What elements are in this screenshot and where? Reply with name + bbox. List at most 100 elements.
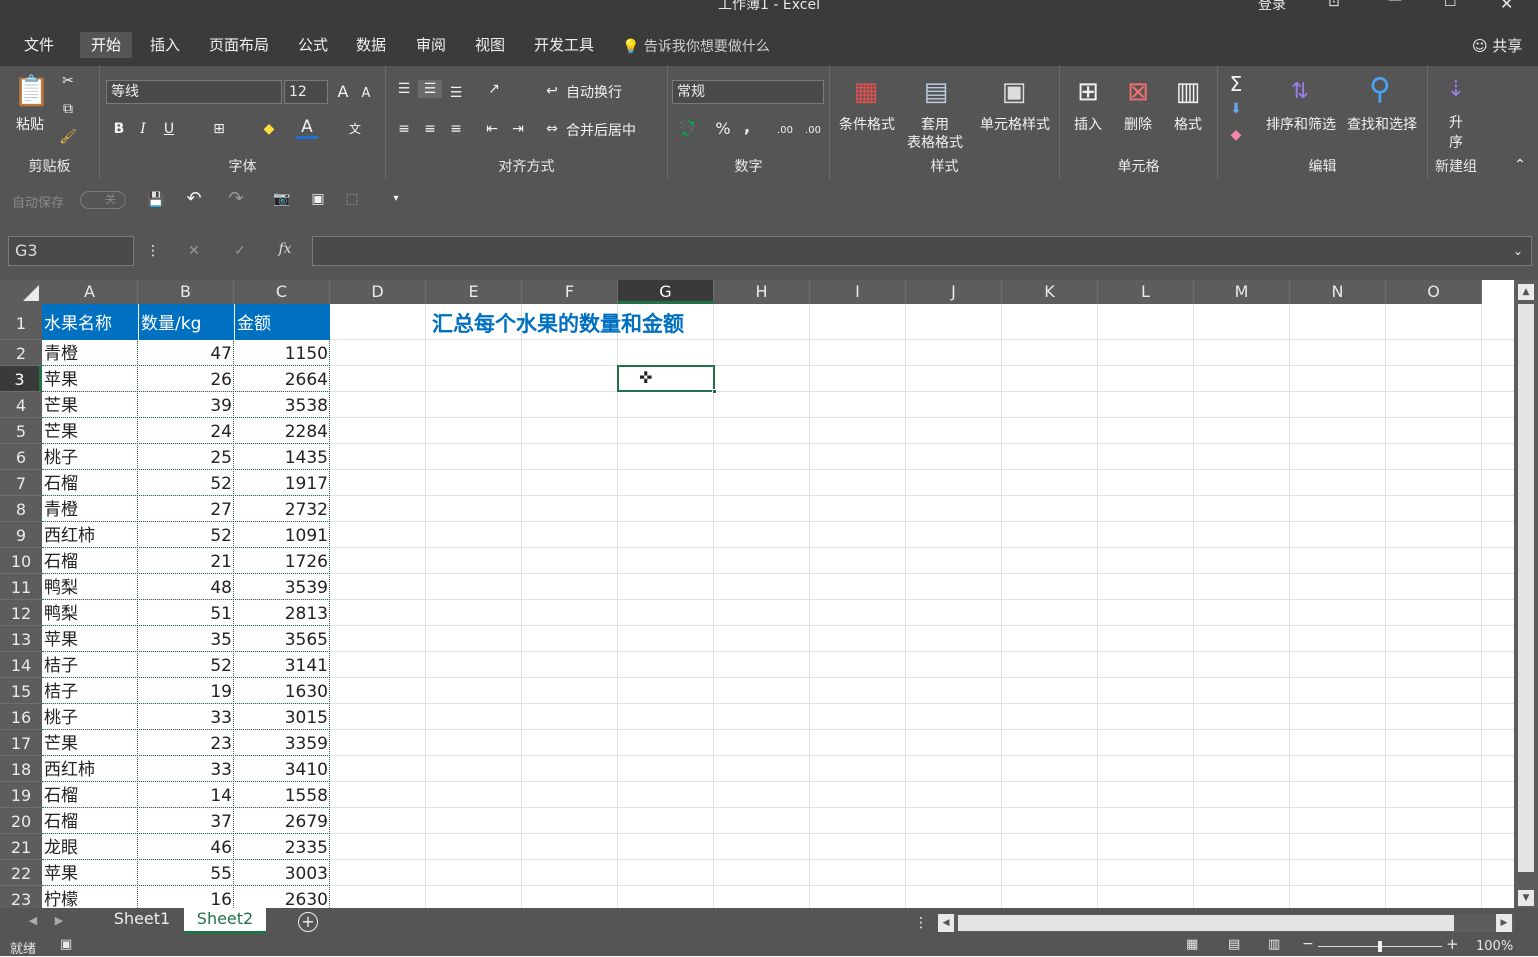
find-select-button[interactable]: 查找和选择 [1342, 114, 1422, 134]
amount-cell[interactable]: 1150 [234, 340, 330, 366]
amount-cell[interactable]: 1435 [234, 444, 330, 470]
qty-cell[interactable]: 51 [138, 600, 234, 626]
amount-cell[interactable]: 3141 [234, 652, 330, 678]
scroll-right-icon[interactable]: ▶ [1496, 914, 1512, 932]
qty-cell[interactable]: 21 [138, 548, 234, 574]
clear-icon[interactable]: ◆ [1226, 126, 1246, 144]
amount-cell[interactable]: 1726 [234, 548, 330, 574]
undo-icon[interactable]: ↶ [184, 190, 204, 208]
fruit-cell[interactable]: 石榴 [42, 470, 138, 496]
font-name-select[interactable]: 等线 [106, 80, 282, 104]
qty-cell[interactable]: 55 [138, 860, 234, 886]
align-right-icon[interactable]: ≡ [446, 120, 466, 138]
amount-cell[interactable]: 3539 [234, 574, 330, 600]
ribbon-display-icon[interactable]: ⊡ [1328, 0, 1340, 10]
column-header[interactable]: B [138, 280, 234, 304]
amount-cell[interactable]: 3565 [234, 626, 330, 652]
amount-cell[interactable]: 1630 [234, 678, 330, 704]
scroll-down-icon[interactable]: ▼ [1518, 890, 1534, 906]
horizontal-scroll-thumb[interactable] [958, 915, 1454, 931]
qty-cell[interactable]: 19 [138, 678, 234, 704]
fruit-cell[interactable]: 鸭梨 [42, 600, 138, 626]
format-as-table-line2[interactable]: 表格格式 [898, 132, 972, 152]
amount-cell[interactable]: 2732 [234, 496, 330, 522]
increase-decimal-icon[interactable]: .00 [774, 122, 796, 140]
fill-icon[interactable]: ⬇ [1226, 100, 1246, 118]
fruit-cell[interactable]: 桃子 [42, 704, 138, 730]
number-format-select[interactable]: 常规 [672, 80, 824, 104]
column-header[interactable]: I [810, 280, 906, 304]
fruit-cell[interactable]: 石榴 [42, 782, 138, 808]
row-header[interactable]: 19 [0, 782, 42, 808]
maximize-icon[interactable]: ☐ [1444, 0, 1457, 10]
fruit-cell[interactable]: 芒果 [42, 418, 138, 444]
camera-icon[interactable]: 📷 [272, 190, 292, 208]
tab-file[interactable]: 文件 [14, 32, 64, 58]
amount-cell[interactable]: 2284 [234, 418, 330, 444]
column-header[interactable]: C [234, 280, 330, 304]
column-header[interactable]: E [426, 280, 522, 304]
cell-styles-icon[interactable]: ▣ [996, 74, 1032, 110]
wrap-text-icon[interactable]: ↩ [542, 82, 562, 100]
more-dots-icon[interactable]: ⋮ [146, 242, 160, 260]
page-layout-view-icon[interactable]: ▤ [1228, 937, 1240, 952]
tab-formulas[interactable]: 公式 [288, 32, 338, 58]
merge-center-button[interactable]: 合并后居中 [566, 120, 636, 140]
underline-button[interactable]: U [160, 120, 178, 138]
scroll-up-icon[interactable]: ▲ [1518, 284, 1534, 300]
fruit-cell[interactable]: 西红柿 [42, 756, 138, 782]
fruit-cell[interactable]: 桔子 [42, 678, 138, 704]
qty-cell[interactable]: 46 [138, 834, 234, 860]
amount-cell[interactable]: 2664 [234, 366, 330, 392]
qty-cell[interactable]: 37 [138, 808, 234, 834]
row-header[interactable]: 7 [0, 470, 42, 496]
cancel-entry-icon[interactable]: ✕ [184, 242, 204, 260]
qty-cell[interactable]: 39 [138, 392, 234, 418]
tab-insert[interactable]: 插入 [140, 32, 190, 58]
column-header[interactable]: G [618, 280, 714, 304]
fill-color-icon[interactable]: ◆ [258, 120, 280, 138]
active-cell-selection[interactable]: ✜ [617, 365, 717, 394]
zoom-in-icon[interactable]: + [1446, 935, 1459, 953]
sort-filter-button[interactable]: 排序和筛选 [1262, 114, 1340, 134]
orientation-icon[interactable]: ↗ [482, 80, 506, 98]
bold-button[interactable]: B [110, 120, 128, 138]
amount-cell[interactable]: 2335 [234, 834, 330, 860]
header-cell-fruit[interactable]: 水果名称 [42, 304, 138, 340]
column-header[interactable]: K [1002, 280, 1098, 304]
zoom-level[interactable]: 100% [1476, 939, 1513, 954]
font-size-select[interactable]: 12 [284, 80, 328, 104]
row-header[interactable]: 10 [0, 548, 42, 574]
comma-button[interactable]: , [740, 118, 754, 136]
fill-handle[interactable] [712, 389, 717, 394]
fruit-cell[interactable]: 苹果 [42, 366, 138, 392]
row-header[interactable]: 17 [0, 730, 42, 756]
row-header[interactable]: 16 [0, 704, 42, 730]
confirm-entry-icon[interactable]: ✓ [230, 242, 250, 260]
amount-cell[interactable]: 3003 [234, 860, 330, 886]
sort-ascending-icon[interactable]: ⇣ [1438, 72, 1474, 108]
amount-cell[interactable]: 3015 [234, 704, 330, 730]
login-link[interactable]: 登录 [1258, 0, 1286, 14]
customize-qat-icon[interactable]: ▾ [388, 190, 404, 208]
print-preview-icon[interactable]: ▣ [308, 190, 328, 208]
column-header[interactable]: J [906, 280, 1002, 304]
formula-input[interactable] [312, 236, 1532, 266]
vertical-scrollbar[interactable]: ▲ ▼ [1514, 280, 1538, 908]
sheet-tab-sheet2[interactable]: Sheet2 [184, 908, 266, 934]
conditional-formatting-icon[interactable]: ▦ [848, 74, 884, 110]
fruit-cell[interactable]: 芒果 [42, 392, 138, 418]
row-header[interactable]: 15 [0, 678, 42, 704]
decrease-decimal-icon[interactable]: .00 [802, 122, 824, 140]
sheet-tab-sheet1[interactable]: Sheet1 [102, 908, 182, 932]
worksheet-grid[interactable]: ABCDEFGHIJKLMNO 2 青橙 47 1150 3 苹果 26 2664 4 芒果 39 3… [0, 280, 1538, 912]
redo-icon[interactable]: ↷ [226, 190, 246, 208]
row-header[interactable]: 2 [0, 340, 42, 366]
increase-indent-icon[interactable]: ⇥ [508, 120, 528, 138]
row-header[interactable]: 18 [0, 756, 42, 782]
vertical-scroll-thumb[interactable] [1518, 304, 1534, 872]
amount-cell[interactable]: 1091 [234, 522, 330, 548]
next-sheet-icon[interactable]: ▶ [52, 912, 66, 930]
borders-icon[interactable]: ⊞ [208, 120, 230, 138]
macro-record-icon[interactable]: ▣ [60, 937, 72, 952]
